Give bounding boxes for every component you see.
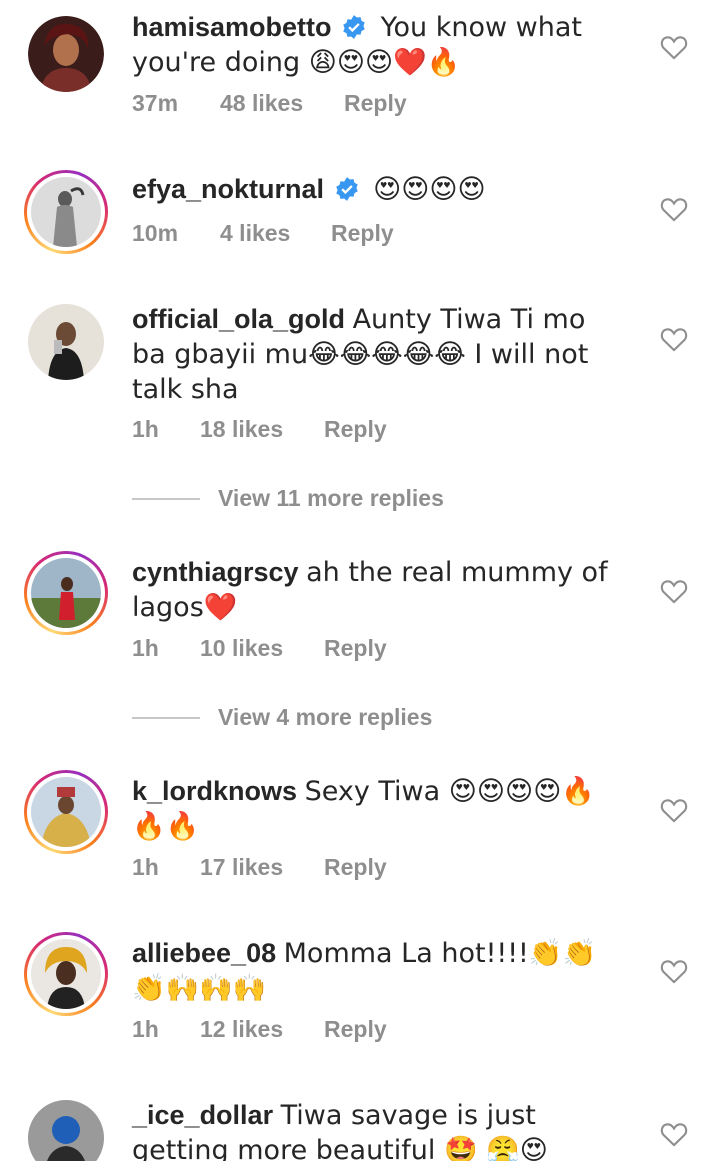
likes-count[interactable]: 10 likes [200, 635, 324, 662]
likes-count[interactable]: 17 likes [200, 854, 324, 881]
likes-count[interactable]: 48 likes [220, 90, 344, 117]
username[interactable]: hamisamobetto [132, 12, 332, 42]
avatar[interactable] [24, 12, 108, 96]
like-heart-icon[interactable] [660, 1121, 688, 1147]
timestamp: 1h [132, 416, 159, 442]
avatar[interactable] [24, 932, 108, 1016]
comment-text: efya_nokturnal 😍😍😍😍 [132, 172, 612, 207]
username[interactable]: official_ola_gold [132, 304, 345, 334]
avatar-photo [31, 177, 101, 247]
reply-button[interactable]: Reply [324, 1016, 387, 1043]
avatar[interactable] [24, 551, 108, 635]
view-more-label[interactable]: View 11 more replies [218, 485, 444, 512]
comment-meta: 1h 18 likes Reply [132, 416, 387, 443]
likes-count[interactable]: 12 likes [200, 1016, 324, 1043]
avatar-photo [31, 558, 101, 628]
username[interactable]: cynthiagrscy [132, 557, 299, 587]
reply-button[interactable]: Reply [324, 635, 387, 662]
comment-text: k_lordknows Sexy Tiwa 😍😍😍😍🔥🔥🔥 [132, 774, 612, 844]
username[interactable]: efya_nokturnal [132, 174, 324, 204]
comment-body: 😍😍😍😍 [373, 174, 486, 205]
username[interactable]: _ice_dollar [132, 1100, 273, 1130]
username[interactable]: alliebee_08 [132, 938, 276, 968]
like-heart-icon[interactable] [660, 797, 688, 823]
reply-button[interactable]: Reply [324, 416, 387, 443]
avatar[interactable] [24, 300, 108, 384]
comment-meta: 1h 17 likes Reply [132, 854, 387, 881]
comment-meta: 1h 12 likes Reply [132, 1016, 387, 1043]
comment-text: official_ola_gold Aunty Tiwa Ti mo ba gb… [132, 302, 612, 407]
timestamp: 1h [132, 635, 159, 661]
timestamp: 1h [132, 1016, 159, 1042]
like-heart-icon[interactable] [660, 326, 688, 352]
view-more-replies-button[interactable]: View 4 more replies [132, 704, 432, 731]
like-heart-icon[interactable] [660, 196, 688, 222]
like-heart-icon[interactable] [660, 578, 688, 604]
avatar-photo [31, 939, 101, 1009]
like-heart-icon[interactable] [660, 958, 688, 984]
avatar-photo [28, 1100, 104, 1161]
avatar[interactable] [24, 170, 108, 254]
timestamp: 1h [132, 854, 159, 880]
comment-text: _ice_dollar Tiwa savage is just getting … [132, 1098, 612, 1161]
likes-count[interactable]: 18 likes [200, 416, 324, 443]
verified-badge-icon [343, 15, 365, 39]
avatar[interactable] [24, 770, 108, 854]
reply-button[interactable]: Reply [331, 220, 394, 247]
comment-meta: 1h 10 likes Reply [132, 635, 387, 662]
view-more-replies-button[interactable]: View 11 more replies [132, 485, 444, 512]
reply-button[interactable]: Reply [344, 90, 407, 117]
avatar-photo [31, 777, 101, 847]
like-heart-icon[interactable] [660, 34, 688, 60]
comment-text: hamisamobetto You know what you're doing… [132, 10, 612, 80]
likes-count[interactable]: 4 likes [220, 220, 331, 247]
comment-text: alliebee_08 Momma La hot!!!!👏👏👏🙌🙌🙌 [132, 936, 612, 1006]
comment-text: cynthiagrscy ah the real mummy of lagos❤… [132, 555, 612, 625]
timestamp: 37m [132, 90, 179, 116]
comment-meta: 10m 4 likes Reply [132, 220, 394, 247]
username[interactable]: k_lordknows [132, 776, 297, 806]
timestamp: 10m [132, 220, 179, 246]
reply-button[interactable]: Reply [324, 854, 387, 881]
divider-line [132, 716, 200, 719]
avatar[interactable] [24, 1096, 108, 1161]
avatar-photo [28, 304, 104, 380]
avatar-photo [28, 16, 104, 92]
view-more-label[interactable]: View 4 more replies [218, 704, 432, 731]
comment-meta: 37m 48 likes Reply [132, 90, 407, 117]
divider-line [132, 497, 200, 500]
verified-badge-icon [335, 177, 358, 201]
